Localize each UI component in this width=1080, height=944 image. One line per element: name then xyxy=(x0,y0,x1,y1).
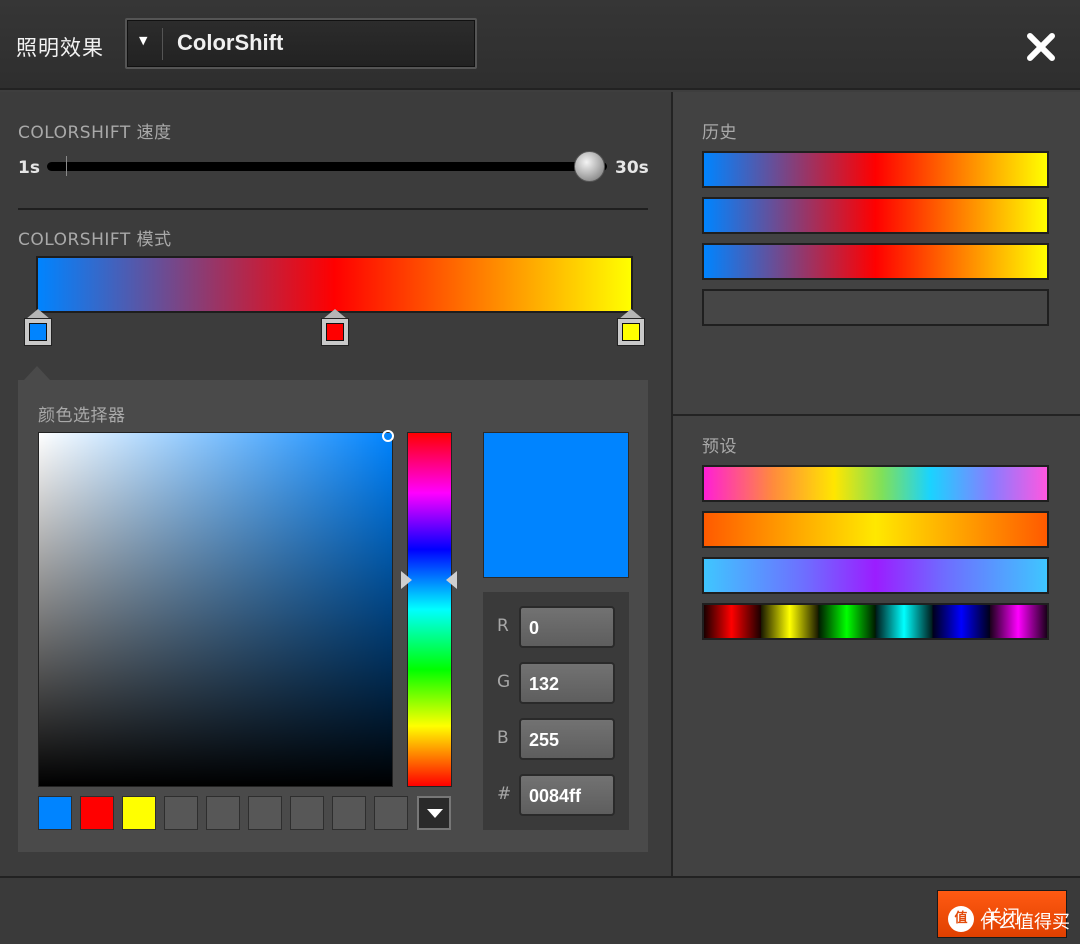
history-item[interactable] xyxy=(702,197,1049,234)
color-swatch[interactable] xyxy=(80,796,114,830)
preset-item-spectrum[interactable] xyxy=(702,603,1049,640)
pattern-label: COLORSHIFT 模式 xyxy=(18,230,172,250)
hue-slider[interactable] xyxy=(407,432,452,787)
preset-item-orange[interactable] xyxy=(702,511,1049,548)
color-swatch[interactable] xyxy=(38,796,72,830)
speed-slider-track[interactable] xyxy=(47,162,607,171)
close-icon[interactable] xyxy=(1022,28,1060,66)
stop-color-box xyxy=(320,318,349,346)
gradient-stop-handle[interactable] xyxy=(24,309,52,349)
history-item-empty[interactable] xyxy=(702,289,1049,326)
picker-pointer xyxy=(24,366,50,380)
preset-item-purple[interactable] xyxy=(702,557,1049,594)
g-input[interactable]: 132 xyxy=(519,662,615,704)
history-item[interactable] xyxy=(702,243,1049,280)
speed-label: COLORSHIFT 速度 xyxy=(18,123,172,143)
r-label: R xyxy=(497,616,509,636)
empty-swatch[interactable] xyxy=(248,796,282,830)
color-swatch[interactable] xyxy=(122,796,156,830)
empty-swatch[interactable] xyxy=(374,796,408,830)
empty-swatch[interactable] xyxy=(290,796,324,830)
gradient-stop-handle[interactable] xyxy=(617,309,645,349)
site-watermark: 值 什么值得买 xyxy=(948,906,1073,936)
speed-slider-tick xyxy=(66,156,67,176)
stop-color-box xyxy=(24,318,52,346)
effect-mode-dropdown[interactable]: ▼ ColorShift xyxy=(125,18,477,69)
speed-slider-handle[interactable] xyxy=(574,151,606,182)
dropdown-arrow-icon: ▼ xyxy=(139,34,148,47)
history-label: 历史 xyxy=(702,123,737,143)
speed-min-label: 1s xyxy=(18,158,40,178)
hue-marker-right-icon[interactable] xyxy=(446,571,457,589)
colorshift-gradient-bar[interactable] xyxy=(36,256,633,313)
dropdown-separator xyxy=(162,28,163,60)
speed-max-label: 30s xyxy=(615,158,649,178)
empty-swatch[interactable] xyxy=(332,796,366,830)
effect-mode-value: ColorShift xyxy=(177,30,284,55)
swatch-dropdown-button[interactable] xyxy=(417,796,451,830)
watermark-text: 什么值得买 xyxy=(980,912,1070,933)
dialog-footer xyxy=(0,876,1080,944)
section-divider xyxy=(18,208,648,210)
history-item[interactable] xyxy=(702,151,1049,188)
color-preview xyxy=(483,432,629,578)
chevron-down-icon xyxy=(427,809,443,818)
preset-item-rainbow[interactable] xyxy=(702,465,1049,502)
hex-label: # xyxy=(497,784,512,804)
g-label: G xyxy=(497,672,511,692)
stop-color-box xyxy=(617,318,645,346)
r-input[interactable]: 0 xyxy=(519,606,615,648)
site-logo-icon: 值 xyxy=(948,906,974,932)
gradient-stop-handle[interactable] xyxy=(320,309,349,349)
color-picker-title: 颜色选择器 xyxy=(38,406,126,426)
hex-input[interactable]: 0084ff xyxy=(519,774,615,816)
presets-label: 预设 xyxy=(702,437,737,457)
hue-marker-left-icon[interactable] xyxy=(401,571,412,589)
saturation-value-handle[interactable] xyxy=(382,430,394,442)
dialog-title: 照明效果 xyxy=(16,36,104,60)
b-label: B xyxy=(497,728,509,748)
b-input[interactable]: 255 xyxy=(519,718,615,760)
dialog-header: 照明效果 ▼ ColorShift xyxy=(0,0,1080,90)
empty-swatch[interactable] xyxy=(206,796,240,830)
saturation-value-square[interactable] xyxy=(38,432,393,787)
empty-swatch[interactable] xyxy=(164,796,198,830)
